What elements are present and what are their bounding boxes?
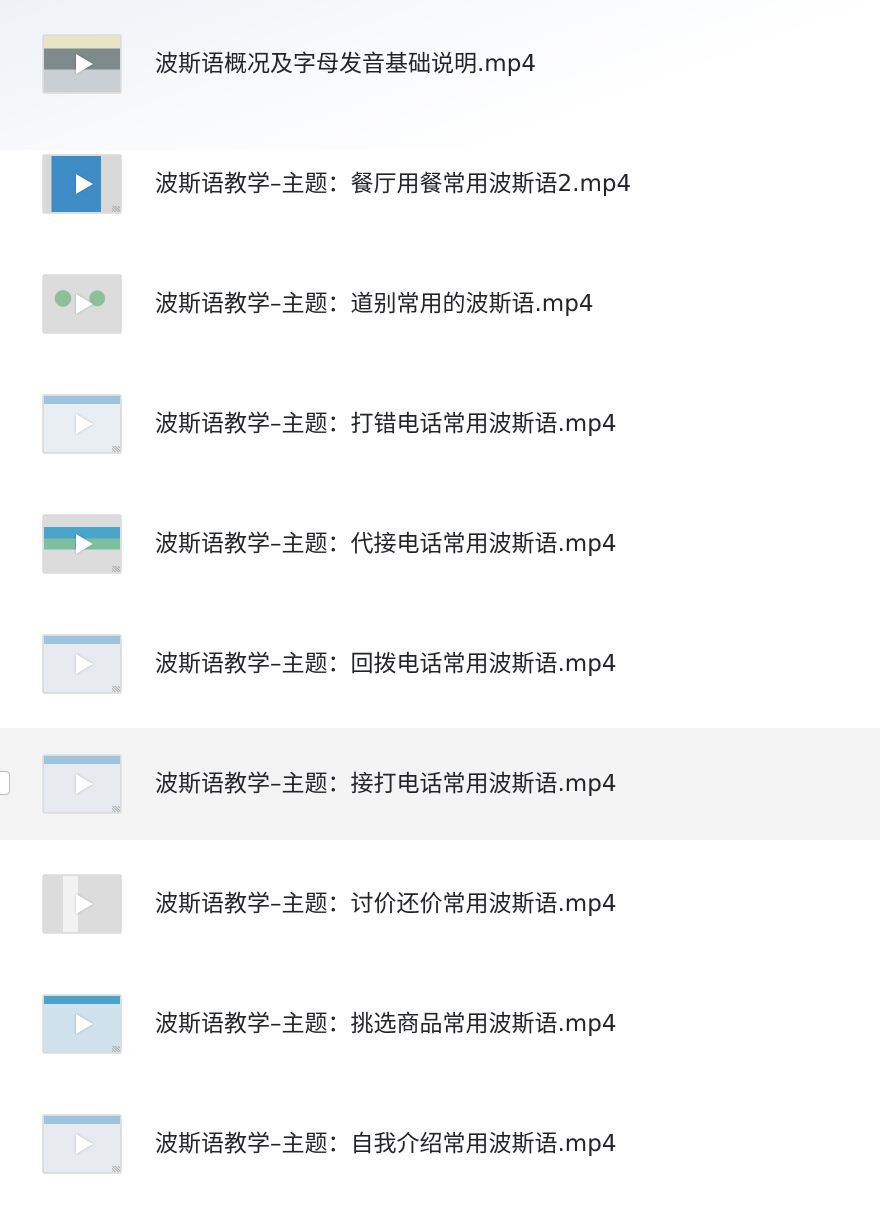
- file-name[interactable]: 波斯语教学–主题：打错电话常用波斯语.mp4: [155, 408, 616, 440]
- play-icon: [76, 1134, 93, 1154]
- video-thumbnail[interactable]: [42, 514, 122, 574]
- file-name[interactable]: 波斯语教学–主题：代接电话常用波斯语.mp4: [155, 528, 616, 560]
- play-icon: [76, 414, 93, 434]
- video-thumbnail[interactable]: [42, 994, 122, 1054]
- play-icon: [76, 654, 93, 674]
- file-name[interactable]: 波斯语教学–主题：讨价还价常用波斯语.mp4: [155, 888, 616, 920]
- file-row[interactable]: 波斯语教学–主题：代接电话常用波斯语.mp4: [0, 484, 880, 604]
- corner-mark: [112, 566, 120, 572]
- video-thumbnail[interactable]: [42, 874, 122, 934]
- video-thumbnail[interactable]: [42, 1114, 122, 1174]
- play-icon: [76, 534, 93, 554]
- file-row[interactable]: 波斯语教学–主题：回拨电话常用波斯语.mp4: [0, 604, 880, 724]
- play-icon: [76, 54, 93, 74]
- video-thumbnail[interactable]: [42, 274, 122, 334]
- file-row[interactable]: 波斯语教学–主题：道别常用的波斯语.mp4: [0, 244, 880, 364]
- file-row[interactable]: 波斯语概况及字母发音基础说明.mp4: [0, 4, 880, 124]
- file-row[interactable]: 波斯语教学–主题：挑选商品常用波斯语.mp4: [0, 964, 880, 1084]
- file-name[interactable]: 波斯语教学–主题：接打电话常用波斯语.mp4: [155, 768, 616, 800]
- corner-mark: [112, 686, 120, 692]
- file-row[interactable]: 波斯语教学–主题：餐厅用餐常用波斯语2.mp4: [0, 124, 880, 244]
- file-name[interactable]: 波斯语教学–主题：餐厅用餐常用波斯语2.mp4: [155, 168, 631, 200]
- play-icon: [76, 894, 93, 914]
- file-row[interactable]: 波斯语教学–主题：自我介绍常用波斯语.mp4: [0, 1084, 880, 1204]
- video-thumbnail[interactable]: [42, 754, 122, 814]
- play-icon: [76, 774, 93, 794]
- file-name[interactable]: 波斯语概况及字母发音基础说明.mp4: [155, 48, 536, 80]
- video-thumbnail[interactable]: [42, 394, 122, 454]
- file-name[interactable]: 波斯语教学–主题：挑选商品常用波斯语.mp4: [155, 1008, 616, 1040]
- row-checkbox[interactable]: [0, 771, 10, 795]
- corner-mark: [112, 446, 120, 452]
- file-name[interactable]: 波斯语教学–主题：回拨电话常用波斯语.mp4: [155, 648, 616, 680]
- video-thumbnail[interactable]: [42, 634, 122, 694]
- corner-mark: [112, 806, 120, 812]
- play-icon: [76, 294, 93, 314]
- video-thumbnail[interactable]: [42, 154, 122, 214]
- file-row[interactable]: 波斯语教学–主题：打错电话常用波斯语.mp4: [0, 364, 880, 484]
- file-list: 波斯语概况及字母发音基础说明.mp4 波斯语教学–主题：餐厅用餐常用波斯语2.m…: [0, 4, 880, 1204]
- file-row-hovered[interactable]: 波斯语教学–主题：接打电话常用波斯语.mp4: [0, 728, 880, 840]
- file-row[interactable]: 波斯语教学–主题：讨价还价常用波斯语.mp4: [0, 844, 880, 964]
- corner-mark: [112, 206, 120, 212]
- play-icon: [76, 174, 93, 194]
- play-icon: [76, 1014, 93, 1034]
- file-name[interactable]: 波斯语教学–主题：道别常用的波斯语.mp4: [155, 288, 593, 320]
- corner-mark: [112, 1166, 120, 1172]
- corner-mark: [112, 1046, 120, 1052]
- video-thumbnail[interactable]: [42, 34, 122, 94]
- file-name[interactable]: 波斯语教学–主题：自我介绍常用波斯语.mp4: [155, 1128, 616, 1160]
